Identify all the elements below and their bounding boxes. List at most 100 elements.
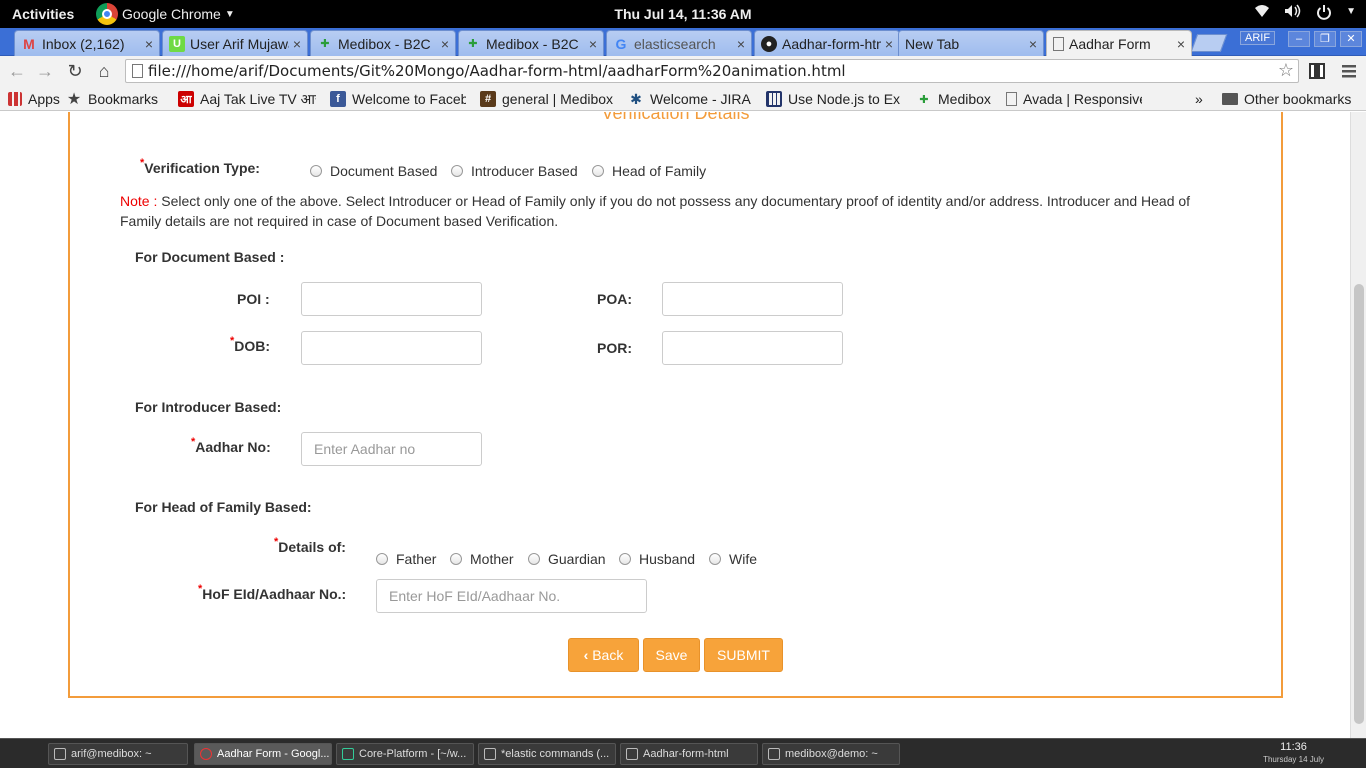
radio-label: Mother [470,551,514,567]
radio-circle[interactable] [450,553,462,565]
bookmark-other[interactable]: Other bookmarks [1222,89,1351,109]
radio-circle[interactable] [592,165,604,177]
new-tab-button[interactable] [1190,34,1228,52]
home-icon[interactable]: ⌂ [93,60,115,82]
app-menu[interactable]: Google Chrome ▼ [96,2,235,26]
terminal-icon [768,748,780,760]
power-icon[interactable] [1316,4,1332,23]
dob-label: *DOB: [230,335,270,354]
chevron-left-icon: ‹ [583,647,593,663]
extension-icon[interactable] [1307,61,1327,81]
radio-head-of-family[interactable]: Head of Family [592,163,706,179]
back-button[interactable]: ‹ Back [568,638,639,672]
required-mark: * [230,335,235,347]
tab-aadhar-form[interactable]: Aadhar Form × [1046,30,1192,56]
address-bar[interactable]: file:///home/arif/Documents/Git%20Mongo/… [125,59,1299,83]
note-text: Note : Select only one of the above. Sel… [120,191,1210,231]
close-icon[interactable]: × [1029,36,1037,52]
submit-button[interactable]: SUBMIT [704,638,783,672]
task-elastic-commands[interactable]: *elastic commands (... [478,743,616,765]
bookmark-avada[interactable]: Avada | Responsive [1006,89,1142,109]
por-input[interactable] [662,331,843,365]
close-icon[interactable]: × [441,36,449,52]
close-icon[interactable]: × [293,36,301,52]
task-label: Aadhar Form - Googl... [217,748,330,760]
radio-circle[interactable] [451,165,463,177]
profile-badge[interactable]: ARIF [1240,31,1276,45]
task-chrome-aadhar[interactable]: Aadhar Form - Googl... [194,743,332,765]
chevron-down-icon[interactable]: ▼ [1346,6,1356,23]
aadhar-input[interactable]: Enter Aadhar no [301,432,482,466]
tab-medibox-2[interactable]: ✚ Medibox - B2C × [458,30,604,56]
task-aadhar-folder[interactable]: Aadhar-form-html [620,743,758,765]
radio-guardian[interactable]: Guardian [528,551,606,567]
close-icon[interactable]: × [737,36,745,52]
radio-label: Head of Family [612,163,707,179]
poa-input[interactable] [662,282,843,316]
radio-wife[interactable]: Wife [709,551,757,567]
required-mark: * [140,157,145,169]
scrollbar-thumb[interactable] [1354,284,1364,724]
page-viewport: Verification Details *Verification Type:… [0,112,1350,738]
back-arrow-icon[interactable]: ← [6,60,28,82]
bookmark-bookmarks[interactable]: ★ Bookmarks [66,89,158,109]
maximize-icon[interactable]: ❐ [1314,31,1336,47]
bookmark-slack[interactable]: # general | Medibox [480,89,616,109]
radio-father[interactable]: Father [376,551,436,567]
radio-circle[interactable] [528,553,540,565]
bookmark-medibox[interactable]: ✚ Medibox [916,89,991,109]
dob-input[interactable] [301,331,482,365]
radio-circle[interactable] [376,553,388,565]
tab-label: Medibox - B2C [338,35,431,52]
tab-user-arif[interactable]: U User Arif Mujawar × [162,30,308,56]
bookmarks-overflow-chevron[interactable]: » [1195,89,1203,109]
label-text: Aadhar No: [195,439,271,455]
folder-icon [626,748,638,760]
bookmark-label: Welcome - JIRA [650,91,751,107]
hof-section-heading: For Head of Family Based: [135,499,312,515]
radio-husband[interactable]: Husband [619,551,695,567]
close-icon[interactable]: × [885,36,893,52]
close-icon[interactable]: × [1177,36,1185,52]
task-terminal-arif[interactable]: arif@medibox: ~ [48,743,188,765]
tab-new-tab[interactable]: New Tab × [898,30,1044,56]
reload-icon[interactable]: ↻ [64,60,86,82]
task-label: medibox@demo: ~ [785,748,878,760]
tab-elasticsearch[interactable]: G elasticsearch × [606,30,752,56]
radio-circle[interactable] [709,553,721,565]
bookmark-facebook[interactable]: f Welcome to Facebook [330,89,466,109]
page-scrollbar[interactable] [1350,112,1366,738]
tab-inbox[interactable]: M Inbox (2,162) × [14,30,160,56]
tab-medibox-1[interactable]: ✚ Medibox - B2C × [310,30,456,56]
required-mark: * [198,583,203,595]
close-icon[interactable]: × [145,36,153,52]
radio-introducer-based[interactable]: Introducer Based [451,163,578,179]
forward-arrow-icon[interactable]: → [34,60,56,82]
bookmark-jira[interactable]: ✱ Welcome - JIRA [628,89,751,109]
activities-button[interactable]: Activities [12,6,74,22]
radio-document-based[interactable]: Document Based [310,163,437,179]
bookmark-star-icon[interactable]: ☆ [1278,60,1294,82]
volume-icon[interactable] [1284,4,1302,23]
wifi-icon[interactable] [1254,4,1270,23]
minimize-icon[interactable]: – [1288,31,1310,47]
chrome-menu-icon[interactable] [1339,61,1359,81]
save-button[interactable]: Save [643,638,700,672]
chrome-logo-icon [96,3,118,25]
poi-input[interactable] [301,282,482,316]
hof-input[interactable]: Enter HoF EId/Aadhaar No. [376,579,647,613]
bookmark-label: Use Node.js to Ex [788,91,901,107]
radio-circle[interactable] [310,165,322,177]
bookmark-aajtak[interactable]: आ Aaj Tak Live TV आज [178,89,316,109]
task-core-platform[interactable]: Core-Platform - [~/w... [336,743,474,765]
bookmark-nodejs[interactable]: Use Node.js to Ex [766,89,906,109]
radio-circle[interactable] [619,553,631,565]
close-window-icon[interactable]: ✕ [1340,31,1362,47]
close-icon[interactable]: × [589,36,597,52]
bookmark-apps[interactable]: Apps [8,89,60,109]
tab-github[interactable]: ● Aadhar-form-html × [754,30,900,56]
label-text: Verification Type: [144,160,260,176]
radio-mother[interactable]: Mother [450,551,514,567]
task-terminal-medibox[interactable]: medibox@demo: ~ [762,743,900,765]
taskbar-clock[interactable]: 11:36 Thursday 14 July [1263,741,1324,766]
